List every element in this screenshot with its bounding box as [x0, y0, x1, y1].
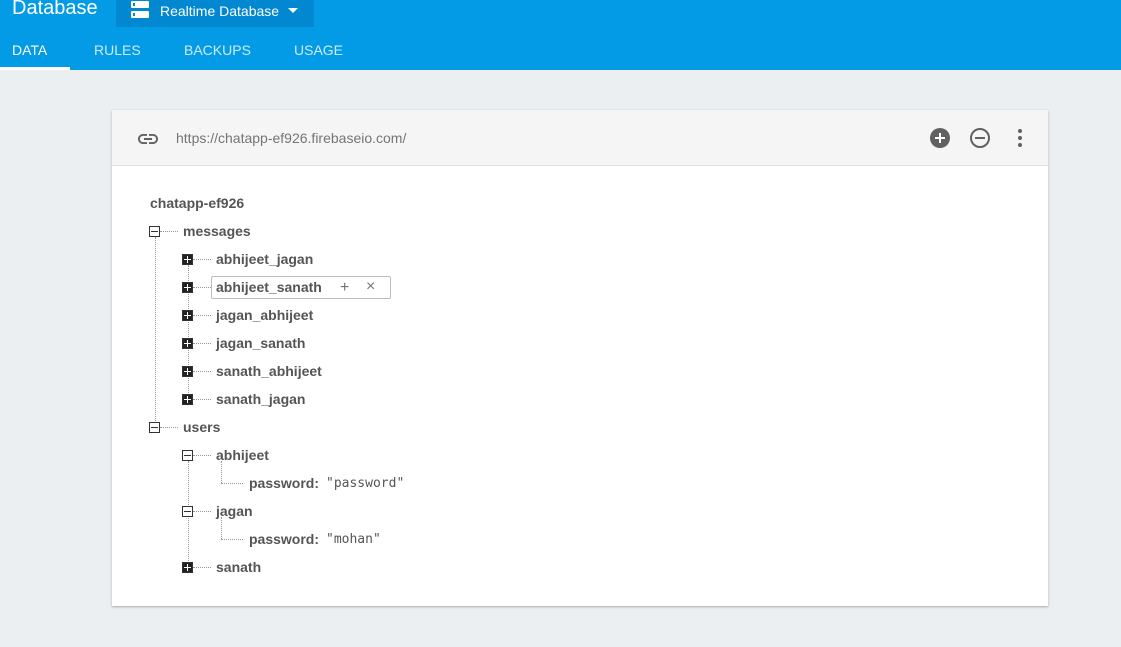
tree-guide	[221, 483, 243, 484]
chevron-down-icon[interactable]	[288, 8, 298, 13]
collapse-toggle[interactable]	[149, 226, 160, 237]
expand-toggle[interactable]	[182, 338, 193, 349]
expand-toggle[interactable]	[182, 310, 193, 321]
tree-guide	[160, 427, 178, 428]
tree-guide	[193, 371, 211, 372]
tree-guide	[193, 567, 211, 568]
card-toolbar: https://chatapp-ef926.firebaseio.com/	[112, 110, 1048, 166]
database-selector-label: Realtime Database	[160, 3, 280, 19]
link-icon	[138, 134, 158, 144]
node-jagan-abhijeet[interactable]: jagan_abhijeet	[216, 307, 313, 323]
node-user-sanath[interactable]: sanath	[216, 559, 261, 575]
node-user-abhijeet[interactable]: abhijeet	[216, 447, 269, 463]
node-sanath-abhijeet[interactable]: sanath_abhijeet	[216, 363, 322, 379]
add-child-button[interactable]: +	[340, 279, 349, 297]
expand-toggle[interactable]	[182, 282, 193, 293]
database-url: https://chatapp-ef926.firebaseio.com/	[176, 130, 407, 146]
database-icon	[131, 1, 149, 18]
tree-guide	[221, 539, 243, 540]
tree-guide	[193, 259, 211, 260]
collapse-toggle[interactable]	[149, 422, 160, 433]
tree-guide	[193, 315, 211, 316]
tree-guide	[221, 517, 222, 539]
node-abhijeet-sanath[interactable]: abhijeet_sanath	[216, 279, 322, 295]
tab-data[interactable]: DATA	[12, 42, 47, 58]
tree-guide	[221, 461, 222, 483]
database-selector[interactable]: Realtime Database	[116, 0, 314, 27]
node-jagan-sanath[interactable]: jagan_sanath	[216, 335, 305, 351]
node-users[interactable]: users	[183, 419, 220, 435]
page-title: Database	[12, 0, 98, 19]
tree-guide	[155, 237, 156, 427]
expand-toggle[interactable]	[182, 394, 193, 405]
tree-guide	[193, 343, 211, 344]
node-messages[interactable]: messages	[183, 223, 251, 239]
tree-guide	[193, 455, 211, 456]
remove-circle-icon[interactable]	[968, 126, 992, 150]
collapse-toggle[interactable]	[182, 506, 193, 517]
tab-backups[interactable]: BACKUPS	[184, 42, 251, 58]
node-user-jagan[interactable]: jagan	[216, 503, 253, 519]
node-key-password[interactable]: password:	[249, 475, 319, 491]
node-value-password[interactable]: "mohan"	[326, 532, 381, 547]
add-circle-icon[interactable]	[928, 126, 952, 150]
node-value-password[interactable]: "password"	[326, 476, 404, 491]
top-header: Database Realtime Database DATA RULES BA…	[0, 0, 1121, 70]
collapse-toggle[interactable]	[182, 450, 193, 461]
tree-guide	[193, 287, 211, 288]
tab-usage[interactable]: USAGE	[294, 42, 343, 58]
node-key-password[interactable]: password:	[249, 531, 319, 547]
expand-toggle[interactable]	[182, 254, 193, 265]
tab-rules[interactable]: RULES	[94, 42, 141, 58]
tree-guide	[193, 399, 211, 400]
active-tab-indicator	[0, 67, 70, 70]
tree-guide	[160, 231, 178, 232]
delete-node-button[interactable]: ×	[366, 278, 375, 296]
node-sanath-jagan[interactable]: sanath_jagan	[216, 391, 305, 407]
more-vert-icon[interactable]	[1008, 126, 1032, 150]
node-abhijeet-jagan[interactable]: abhijeet_jagan	[216, 251, 313, 267]
expand-toggle[interactable]	[182, 366, 193, 377]
expand-toggle[interactable]	[182, 562, 193, 573]
tree-guide	[193, 511, 211, 512]
tree-root[interactable]: chatapp-ef926	[150, 195, 244, 211]
